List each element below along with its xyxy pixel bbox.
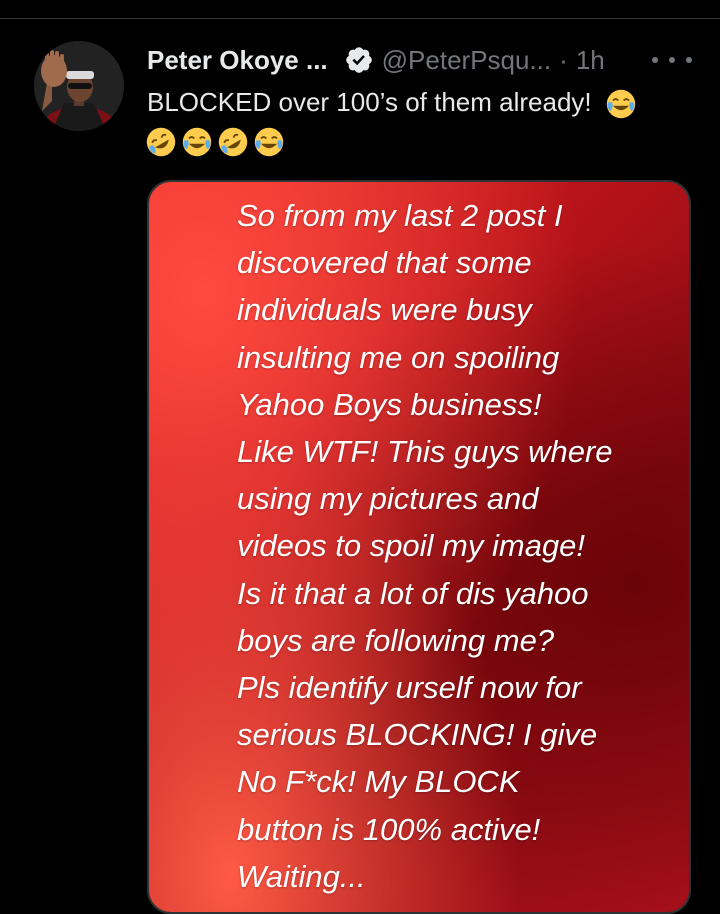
rolling-on-the-floor-laughing-icon [146, 128, 176, 157]
tweet-header: Peter Okoye ... @PeterPsqu... · 1h [147, 42, 605, 78]
media-image-text: So from my last 2 post I discovered that… [237, 198, 613, 894]
face-with-tears-of-joy-icon [606, 89, 636, 119]
avatar-photo [34, 41, 124, 131]
emoji-line [145, 120, 687, 160]
ellipsis-icon [652, 57, 658, 63]
verified-badge-icon [344, 45, 374, 75]
top-divider [0, 18, 720, 19]
author-handle[interactable]: @PeterPsqu... [382, 45, 551, 76]
tweet-media-image[interactable]: So from my last 2 post I discovered that… [147, 180, 691, 914]
face-with-tears-of-joy-icon [254, 128, 284, 157]
avatar[interactable] [34, 41, 124, 131]
tweet-body: BLOCKED over 100’s of them already! [147, 87, 592, 117]
separator-dot: · [559, 44, 568, 75]
tweet-timestamp[interactable]: 1h [576, 45, 605, 76]
more-options-button[interactable] [652, 48, 692, 72]
author-display-name[interactable]: Peter Okoye ... [147, 45, 328, 76]
rolling-on-the-floor-laughing-icon [218, 128, 248, 157]
face-with-tears-of-joy-icon [182, 128, 212, 157]
tweet-text: BLOCKED over 100’s of them already! [145, 85, 687, 160]
